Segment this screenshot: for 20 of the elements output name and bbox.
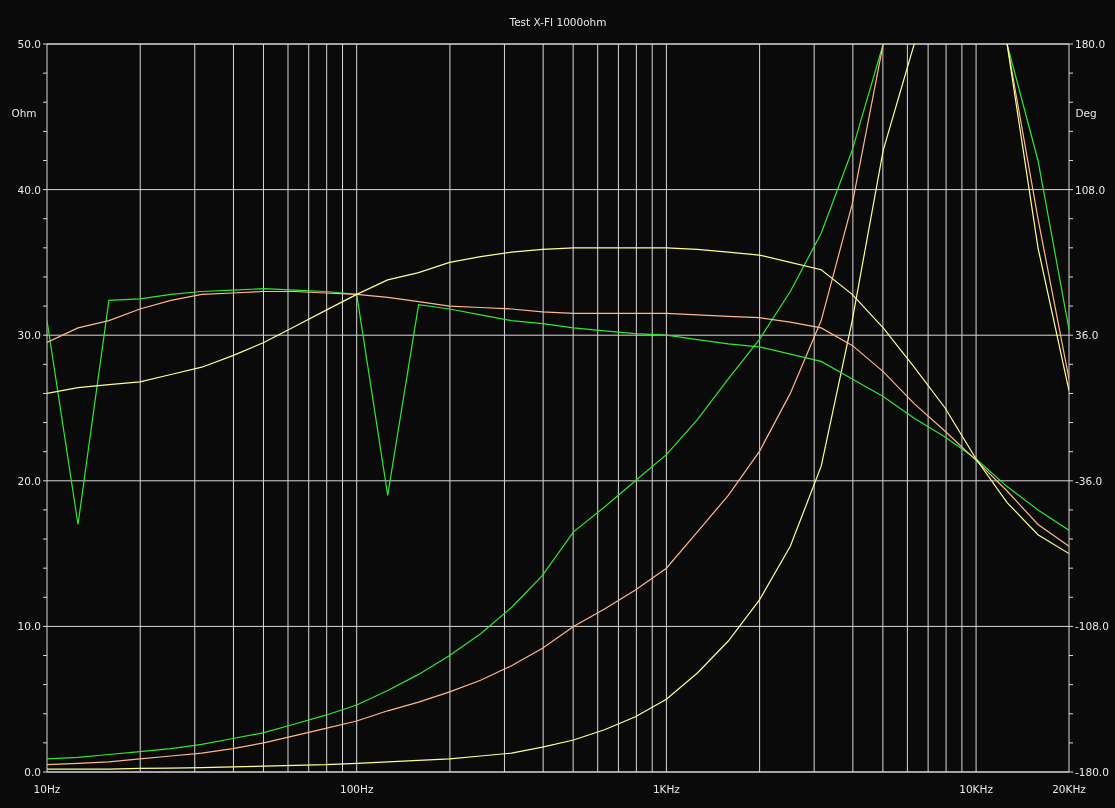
y-axis-label: 40.0: [17, 183, 41, 196]
y2-axis-label: 180.0: [1075, 38, 1106, 50]
y2-axis-label: -108.0: [1075, 620, 1109, 633]
x-axis-label: 100Hz: [339, 783, 374, 795]
x-axis-label: 1KHz: [652, 783, 680, 795]
y-axis-label: 20.0: [17, 474, 41, 487]
y-axis-label: 30.0: [17, 329, 41, 342]
y2-axis-label: -36.0: [1075, 474, 1103, 487]
y2-axis-title: Deg: [1075, 107, 1097, 119]
y-axis-label: 50.0: [17, 38, 41, 50]
y2-axis-label: 108.0: [1075, 183, 1106, 196]
y2-axis-label: 36.0: [1075, 329, 1099, 342]
y-axis-label: 0.0: [24, 766, 41, 778]
y2-axis-label: -180.0: [1075, 766, 1109, 778]
y-axis-title: Ohm: [11, 107, 37, 119]
chart-title: Test X-FI 1000ohm: [509, 16, 607, 28]
x-axis-label: 10Hz: [33, 783, 61, 795]
x-axis-label: 10KHz: [959, 783, 993, 795]
y-axis-label: 10.0: [17, 620, 41, 633]
x-axis-label: 20KHz: [1052, 783, 1086, 795]
